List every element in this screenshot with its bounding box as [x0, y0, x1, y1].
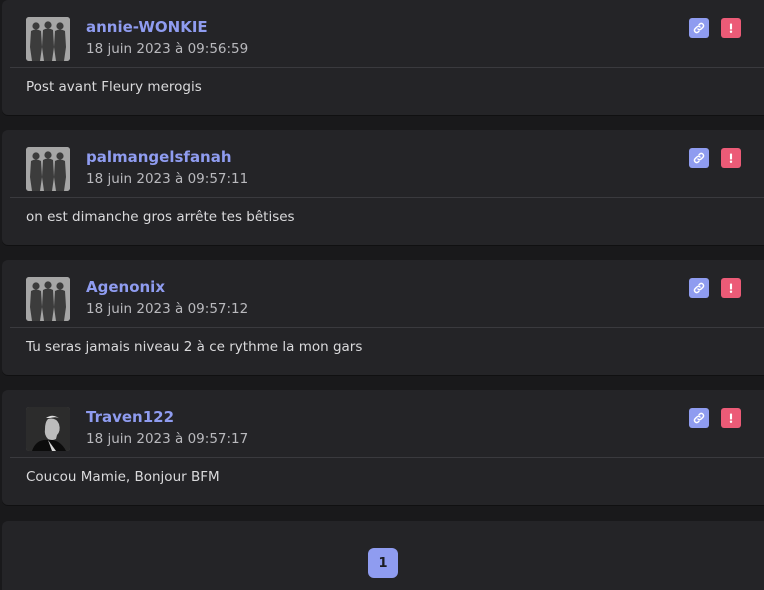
permalink-button[interactable] [689, 148, 709, 168]
post-header: Traven122 18 juin 2023 à 09:57:17 [10, 390, 764, 458]
portrait-avatar[interactable] [26, 407, 70, 451]
permalink-button[interactable] [689, 278, 709, 298]
post-author[interactable]: annie-WONKIE [86, 18, 208, 36]
link-icon [693, 152, 705, 164]
post-author[interactable]: Traven122 [86, 408, 174, 426]
post-card: palmangelsfanah 18 juin 2023 à 09:57:11 … [2, 130, 764, 245]
group-silhouette-avatar[interactable] [26, 277, 70, 321]
link-icon [693, 22, 705, 34]
group-silhouette-avatar[interactable] [26, 17, 70, 61]
post-header: annie-WONKIE 18 juin 2023 à 09:56:59 [10, 0, 764, 68]
post-card: annie-WONKIE 18 juin 2023 à 09:56:59 Pos… [2, 0, 764, 115]
post-header: Agenonix 18 juin 2023 à 09:57:12 [10, 260, 764, 328]
link-icon [693, 282, 705, 294]
post-date: 18 juin 2023 à 09:56:59 [86, 41, 249, 57]
post-card: Traven122 18 juin 2023 à 09:57:17 Coucou… [2, 390, 764, 505]
post-text: Tu seras jamais niveau 2 à ce rythme la … [26, 339, 363, 355]
report-button[interactable] [721, 278, 741, 298]
link-icon [693, 412, 705, 424]
report-button[interactable] [721, 18, 741, 38]
post-author[interactable]: Agenonix [86, 278, 165, 296]
post-text: Post avant Fleury merogis [26, 79, 202, 95]
pagination-bar: 1 [2, 521, 764, 590]
post-date: 18 juin 2023 à 09:57:11 [86, 171, 249, 187]
post-date: 18 juin 2023 à 09:57:12 [86, 301, 249, 317]
exclamation-icon [729, 153, 733, 163]
post-date: 18 juin 2023 à 09:57:17 [86, 431, 249, 447]
exclamation-icon [729, 23, 733, 33]
exclamation-icon [729, 413, 733, 423]
message-feed: annie-WONKIE 18 juin 2023 à 09:56:59 Pos… [0, 0, 764, 590]
post-author[interactable]: palmangelsfanah [86, 148, 232, 166]
exclamation-icon [729, 283, 733, 293]
post-text: on est dimanche gros arrête tes bêtises [26, 209, 295, 225]
post-card: Agenonix 18 juin 2023 à 09:57:12 Tu sera… [2, 260, 764, 375]
post-header: palmangelsfanah 18 juin 2023 à 09:57:11 [10, 130, 764, 198]
page-button-current[interactable]: 1 [368, 548, 398, 578]
report-button[interactable] [721, 148, 741, 168]
post-text: Coucou Mamie, Bonjour BFM [26, 469, 220, 485]
permalink-button[interactable] [689, 18, 709, 38]
group-silhouette-avatar[interactable] [26, 147, 70, 191]
report-button[interactable] [721, 408, 741, 428]
permalink-button[interactable] [689, 408, 709, 428]
